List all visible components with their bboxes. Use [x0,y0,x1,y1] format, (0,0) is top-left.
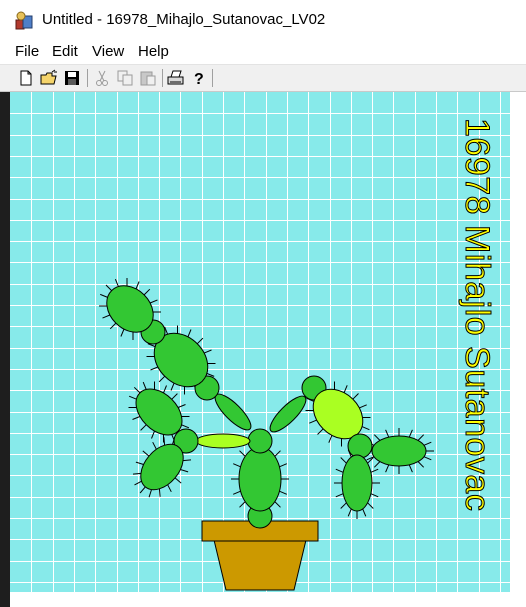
help-icon[interactable]: ? [189,68,209,88]
toolbar-separator [162,69,163,87]
toolbar-separator [212,69,213,87]
cactus-center-joint [247,428,273,454]
paste-icon[interactable] [138,68,158,88]
toolbar-separator [87,69,88,87]
drawing-canvas[interactable]: 16978 Mihajlo Sutanovac [10,92,510,592]
cactus-spine [158,488,161,497]
cactus-drawing [10,92,510,592]
menu-help[interactable]: Help [138,43,169,60]
app-icon[interactable] [14,10,36,32]
menu-edit[interactable]: Edit [52,43,78,60]
cactus-spine [182,459,192,462]
svg-text:?: ? [194,71,204,88]
background-window-edge [0,92,10,607]
cactus-lower-right-pad [341,454,373,512]
open-folder-icon[interactable] [39,68,59,88]
window-title: Untitled - 16978_Mihajlo_Sutanovac_LV02 [42,11,326,28]
bottom-margin [10,592,526,607]
toolbar: ? [0,64,526,92]
print-icon[interactable] [166,68,186,88]
right-margin [510,92,526,592]
cactus-horizontal-pad [195,433,251,449]
vertical-caption: 16978 Mihajlo Sutanovac [458,117,497,512]
menu-bar: File Edit View Help [0,40,526,64]
new-file-icon[interactable] [16,68,36,88]
cut-icon[interactable] [92,68,112,88]
pot-body [213,539,307,591]
menu-file[interactable]: File [15,43,39,60]
cactus-right-joint [347,433,373,459]
cactus-trunk-segment [238,446,282,512]
copy-icon[interactable] [115,68,135,88]
cactus-spine [163,437,166,446]
save-icon[interactable] [62,68,82,88]
cactus-right-pad [371,435,427,467]
menu-view[interactable]: View [92,43,124,60]
cactus-spine [132,472,142,475]
title-bar: Untitled - 16978_Mihajlo_Sutanovac_LV02 [0,0,526,40]
